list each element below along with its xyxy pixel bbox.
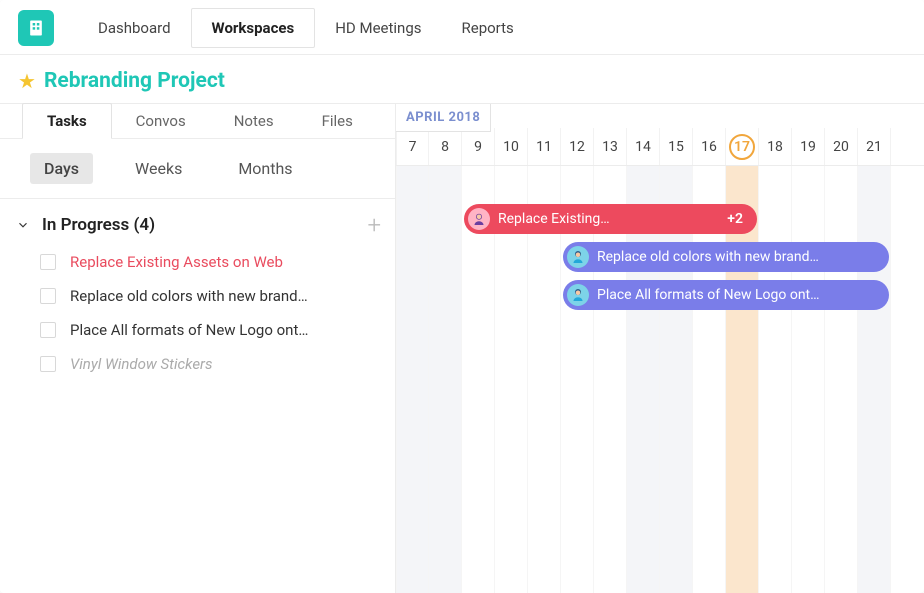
star-icon[interactable]: ★ — [18, 69, 36, 93]
date-header: 7 8 9 10 11 12 13 14 15 16 17 18 19 20 21 — [396, 128, 924, 166]
subtab-files[interactable]: Files — [298, 104, 377, 138]
timeline-panel: APRIL 2018 7 8 9 10 11 12 13 14 15 16 17 18 19 20 21 R… — [396, 104, 924, 593]
avatar — [468, 208, 490, 230]
chevron-down-icon — [14, 216, 32, 234]
task-row[interactable]: Replace Existing Assets on Web — [0, 245, 395, 279]
task-label: Place All formats of New Logo ont… — [70, 321, 308, 339]
date-number: 16 — [701, 139, 717, 155]
date-cell[interactable]: 15 — [660, 128, 693, 165]
date-cell[interactable]: 11 — [528, 128, 561, 165]
nav-workspaces[interactable]: Workspaces — [191, 8, 316, 48]
view-days[interactable]: Days — [30, 153, 93, 184]
bar-extra-count: +2 — [727, 211, 743, 227]
subtab-bar: Tasks Convos Notes Files — [0, 103, 395, 139]
month-label: APRIL 2018 — [396, 104, 491, 132]
app-window: Dashboard Workspaces HD Meetings Reports… — [0, 0, 924, 593]
date-number: 20 — [833, 139, 849, 155]
task-label: Replace Existing Assets on Web — [70, 253, 283, 271]
task-checkbox[interactable] — [40, 356, 56, 372]
date-number: 15 — [668, 139, 684, 155]
task-label: Replace old colors with new brand… — [70, 287, 308, 305]
view-months[interactable]: Months — [224, 153, 306, 184]
date-cell[interactable]: 21 — [858, 128, 891, 165]
date-number: 11 — [536, 139, 552, 155]
section-header[interactable]: In Progress (4) + — [0, 199, 395, 245]
bar-label: Replace old colors with new brand… — [597, 249, 875, 265]
avatar — [567, 246, 589, 268]
date-cell[interactable]: 8 — [429, 128, 462, 165]
date-cell[interactable]: 10 — [495, 128, 528, 165]
date-cell[interactable]: 17 — [726, 128, 759, 165]
nav-hd-meetings[interactable]: HD Meetings — [315, 9, 441, 47]
date-number: 19 — [800, 139, 816, 155]
left-panel: Tasks Convos Notes Files Days Weeks Mont… — [0, 104, 396, 593]
date-number: 17 — [729, 134, 755, 160]
top-nav: Dashboard Workspaces HD Meetings Reports — [0, 0, 924, 55]
date-number: 13 — [602, 139, 618, 155]
date-number: 8 — [441, 139, 449, 155]
timeline-bar[interactable]: Place All formats of New Logo ont… — [563, 280, 889, 310]
subtab-convos[interactable]: Convos — [112, 104, 210, 138]
task-checkbox[interactable] — [40, 288, 56, 304]
task-row[interactable]: Place All formats of New Logo ont… — [0, 313, 395, 347]
date-number: 12 — [569, 139, 585, 155]
date-number: 10 — [503, 139, 519, 155]
date-number: 14 — [635, 139, 651, 155]
date-number: 7 — [409, 139, 417, 155]
task-label: Vinyl Window Stickers — [70, 355, 212, 373]
timeline-bar[interactable]: Replace old colors with new brand… — [563, 242, 889, 272]
date-cell[interactable]: 9 — [462, 128, 495, 165]
project-header: ★ Rebranding Project — [0, 55, 924, 104]
add-task-icon[interactable]: + — [367, 213, 381, 237]
app-logo[interactable] — [18, 10, 54, 46]
date-number: 21 — [866, 139, 882, 155]
date-cell[interactable]: 13 — [594, 128, 627, 165]
view-toggle-row: Days Weeks Months — [0, 139, 395, 199]
task-checkbox[interactable] — [40, 322, 56, 338]
project-title[interactable]: Rebranding Project — [44, 69, 225, 93]
bar-label: Place All formats of New Logo ont… — [597, 287, 875, 303]
date-cell[interactable]: 12 — [561, 128, 594, 165]
date-cell[interactable]: 7 — [396, 128, 429, 165]
date-number: 18 — [767, 139, 783, 155]
bar-label: Replace Existing… — [498, 211, 719, 227]
date-cell[interactable]: 16 — [693, 128, 726, 165]
task-list: Replace Existing Assets on Web Replace ol… — [0, 245, 395, 381]
timeline-bar[interactable]: Replace Existing… +2 — [464, 204, 757, 234]
nav-dashboard[interactable]: Dashboard — [78, 9, 191, 47]
task-checkbox[interactable] — [40, 254, 56, 270]
nav-reports[interactable]: Reports — [442, 9, 534, 47]
subtab-notes[interactable]: Notes — [210, 104, 298, 138]
date-cell[interactable]: 14 — [627, 128, 660, 165]
subtab-tasks[interactable]: Tasks — [22, 103, 112, 139]
avatar — [567, 284, 589, 306]
date-cell[interactable]: 18 — [759, 128, 792, 165]
building-icon — [26, 18, 46, 38]
date-cell[interactable]: 19 — [792, 128, 825, 165]
section-title: In Progress (4) — [42, 215, 367, 235]
task-row[interactable]: Vinyl Window Stickers — [0, 347, 395, 381]
timeline-bars: Replace Existing… +2 Replace old colors wi… — [396, 166, 924, 593]
task-row[interactable]: Replace old colors with new brand… — [0, 279, 395, 313]
date-number: 9 — [474, 139, 482, 155]
view-weeks[interactable]: Weeks — [121, 153, 196, 184]
date-cell[interactable]: 20 — [825, 128, 858, 165]
